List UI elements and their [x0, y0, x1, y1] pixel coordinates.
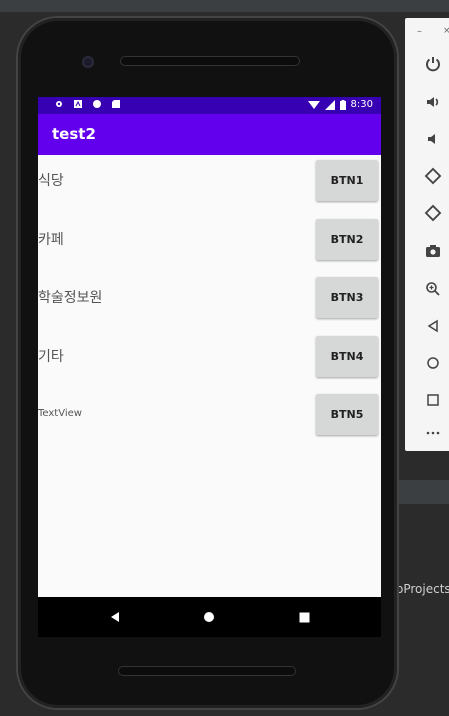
home-icon[interactable] [422, 352, 444, 374]
btn2-button[interactable]: BTN2 [316, 219, 378, 260]
btn4-button[interactable]: BTN4 [316, 336, 378, 377]
rotate-right-icon[interactable] [422, 202, 444, 224]
nav-home-icon[interactable] [200, 608, 218, 626]
camera-icon[interactable] [422, 240, 444, 262]
settings-icon [56, 101, 62, 107]
minimize-icon[interactable]: – [417, 26, 422, 37]
device-screen: 8:30 test2 식당 BTN1 카페 BTN2 학술정보원 BTN3 기타… [38, 97, 381, 597]
overview-icon[interactable] [422, 389, 444, 411]
back-icon[interactable] [422, 315, 444, 337]
ide-projects-text: oProjects [396, 582, 449, 596]
bottom-speaker [118, 666, 296, 676]
nav-overview-icon[interactable] [295, 608, 313, 626]
cell-signal-icon [324, 99, 335, 110]
volume-up-icon[interactable] [422, 91, 444, 113]
power-icon[interactable] [422, 53, 444, 75]
app-title: test2 [52, 125, 96, 143]
rotate-left-icon[interactable] [422, 165, 444, 187]
circle-icon [93, 100, 101, 108]
btn3-button[interactable]: BTN3 [316, 277, 378, 318]
list-item: 학술정보원 BTN3 [38, 275, 381, 319]
btn5-button[interactable]: BTN5 [316, 394, 378, 435]
status-bar: 8:30 [38, 97, 381, 114]
navigation-bar [38, 597, 381, 637]
list-item: 식당 BTN1 [38, 158, 381, 202]
emulator-toolbar: – × [405, 18, 449, 451]
nav-back-icon[interactable] [106, 608, 124, 626]
list-item: TextView BTN5 [38, 392, 381, 436]
volume-down-icon[interactable] [422, 128, 444, 150]
list-item: 카페 BTN2 [38, 217, 381, 261]
top-speaker [120, 56, 300, 66]
zoom-icon[interactable] [422, 278, 444, 300]
front-camera-icon [82, 56, 94, 68]
row-label: 학술정보원 [38, 290, 103, 306]
status-time: 8:30 [350, 99, 373, 110]
btn1-button[interactable]: BTN1 [316, 160, 378, 201]
ide-top-bar [0, 0, 449, 12]
app-bar: test2 [38, 114, 381, 155]
close-icon[interactable]: × [443, 26, 449, 36]
row-label: 식당 [38, 173, 64, 189]
list-item: 기타 BTN4 [38, 334, 381, 378]
row-label: TextView [38, 408, 82, 419]
battery-icon [339, 99, 346, 110]
sd-card-icon [112, 100, 120, 108]
more-icon[interactable] [422, 422, 444, 444]
wifi-icon [307, 100, 320, 109]
notification-a-icon [74, 100, 82, 108]
row-label: 기타 [38, 349, 64, 365]
ide-panel-header [395, 480, 449, 504]
row-label: 카페 [38, 232, 64, 248]
